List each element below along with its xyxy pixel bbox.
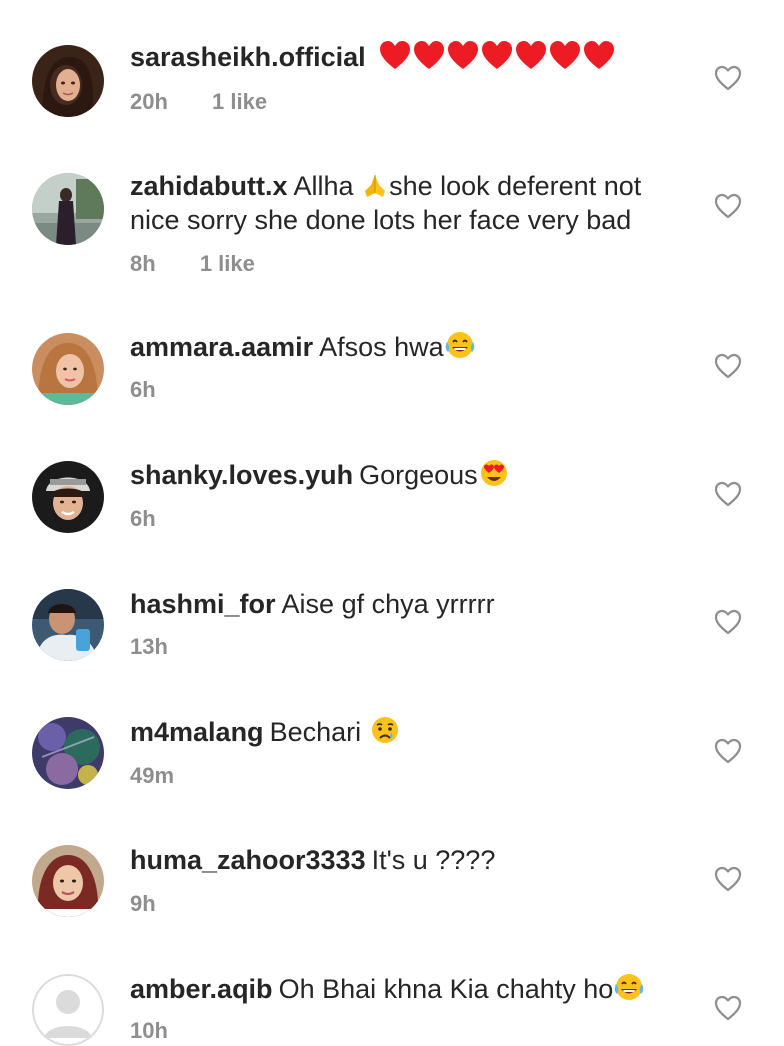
comment-body: Oh Bhai khna Kia chahty ho	[278, 974, 614, 1004]
comment-likes[interactable]: 1 like	[212, 89, 267, 114]
like-button[interactable]	[714, 353, 742, 379]
heart-outline-icon	[714, 995, 742, 1021]
avatar[interactable]	[32, 589, 104, 661]
heart-outline-icon	[714, 481, 742, 507]
comment-body: It's u ????	[371, 845, 496, 875]
avatar[interactable]	[32, 974, 104, 1046]
comment-text: hashmi_for Aise gf chya yrrrrr	[130, 587, 690, 621]
comment-username[interactable]: shanky.loves.yuh	[130, 460, 353, 490]
comment-text: ammara.aamir Afsos hwa	[130, 330, 690, 364]
heart-eyes-emoji	[478, 458, 510, 488]
comment-text: zahidabutt.x Allha she look deferent not …	[130, 169, 690, 237]
comment-likes[interactable]: 1 like	[200, 251, 255, 276]
avatar-woman-dark-hair-icon	[32, 45, 104, 117]
comment-meta: 49m	[130, 763, 174, 789]
hearts-emoji	[379, 40, 615, 72]
heart-outline-icon	[714, 193, 742, 219]
comment-time: 6h	[130, 377, 156, 402]
comment-text: shanky.loves.yuh Gorgeous	[130, 458, 690, 492]
avatar-woman-curly-hair-icon	[32, 845, 104, 917]
comment-text: m4malang Bechari	[130, 715, 690, 749]
comment-time: 8h	[130, 251, 156, 276]
heart-outline-icon	[714, 353, 742, 379]
comment-meta: 8h 1 like	[130, 251, 255, 277]
comment-meta: 13h	[130, 634, 168, 660]
comment-body: Allha	[293, 171, 362, 201]
heart-outline-icon	[714, 866, 742, 892]
comment-body: Afsos hwa	[319, 332, 444, 362]
crying-face-emoji	[369, 715, 401, 745]
avatar[interactable]	[32, 461, 104, 533]
comment-time: 20h	[130, 89, 168, 114]
comment-text: amber.aqib Oh Bhai khna Kia chahty ho	[130, 972, 690, 1006]
avatar-woman-blonde-icon	[32, 333, 104, 405]
like-button[interactable]	[714, 65, 742, 91]
avatar[interactable]	[32, 717, 104, 789]
avatar-person-standing-icon	[32, 173, 104, 245]
comment-username[interactable]: hashmi_for	[130, 589, 276, 619]
comment-text: huma_zahoor3333 It's u ????	[130, 843, 690, 877]
comment-time: 13h	[130, 634, 168, 659]
comment-body: Bechari	[269, 717, 369, 747]
like-button[interactable]	[714, 995, 742, 1021]
avatar-abstract-purple-icon	[32, 717, 104, 789]
comment-meta: 6h	[130, 377, 156, 403]
like-button[interactable]	[714, 738, 742, 764]
comment-body: Aise gf chya yrrrrr	[281, 589, 495, 619]
comment-username[interactable]: m4malang	[130, 717, 264, 747]
folded-hands-emoji	[361, 171, 389, 199]
comment-time: 49m	[130, 763, 175, 788]
heart-outline-icon	[714, 609, 742, 635]
laughing-tears-emoji	[613, 972, 645, 1002]
comment-text: sarasheikh.official	[130, 40, 690, 74]
avatar-man-cap-icon	[32, 461, 104, 533]
comment-meta: 20h 1 like	[130, 89, 267, 115]
comment-username[interactable]: amber.aqib	[130, 974, 273, 1004]
avatar[interactable]	[32, 333, 104, 405]
avatar-default-placeholder-icon	[32, 974, 104, 1046]
comment-username[interactable]: huma_zahoor3333	[130, 845, 366, 875]
comment-username[interactable]: zahidabutt.x	[130, 171, 288, 201]
comment-username[interactable]: ammara.aamir	[130, 332, 313, 362]
avatar-man-selfie-icon	[32, 589, 104, 661]
comment-username[interactable]: sarasheikh.official	[130, 42, 366, 72]
comment-meta: 10h	[130, 1018, 168, 1044]
heart-outline-icon	[714, 65, 742, 91]
like-button[interactable]	[714, 193, 742, 219]
avatar[interactable]	[32, 173, 104, 245]
laughing-tears-emoji	[444, 330, 476, 360]
comment-time: 10h	[130, 1018, 168, 1043]
heart-outline-icon	[714, 738, 742, 764]
like-button[interactable]	[714, 481, 742, 507]
avatar[interactable]	[32, 45, 104, 117]
avatar[interactable]	[32, 845, 104, 917]
like-button[interactable]	[714, 609, 742, 635]
like-button[interactable]	[714, 866, 742, 892]
comment-body: Gorgeous	[359, 460, 478, 490]
comment-meta: 9h	[130, 891, 156, 917]
comment-time: 6h	[130, 506, 156, 531]
comment-meta: 6h	[130, 506, 156, 532]
comment-time: 9h	[130, 891, 156, 916]
